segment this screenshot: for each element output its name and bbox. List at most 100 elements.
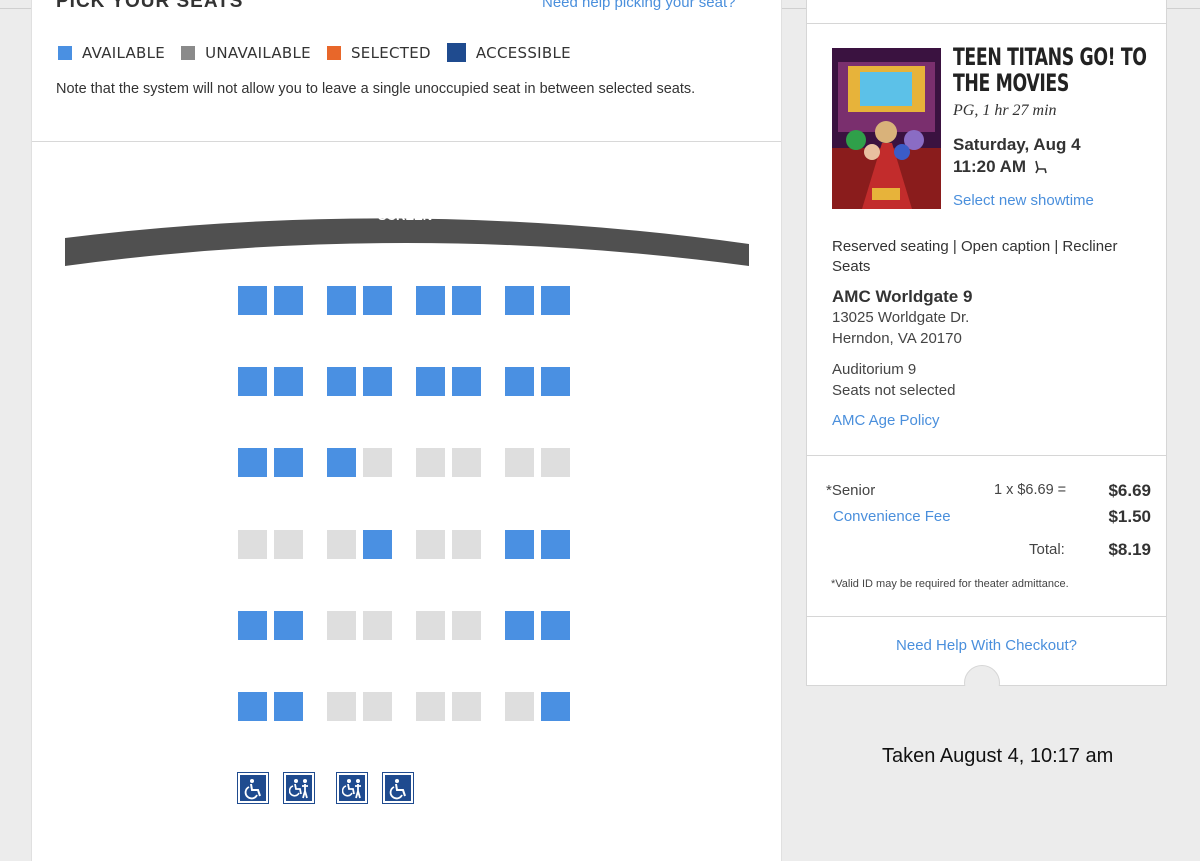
select-new-showtime-link[interactable]: Select new showtime <box>953 192 1094 209</box>
age-policy-link[interactable]: AMC Age Policy <box>832 412 940 429</box>
available-swatch <box>58 45 72 60</box>
showtime-date: Saturday, Aug 4 <box>953 135 1081 154</box>
legend-label: UNAVAILABLE <box>205 43 311 62</box>
seat-picker-panel: PICK YOUR SEATS Need help picking your s… <box>31 0 782 861</box>
seat-unavailable <box>363 448 392 477</box>
valid-id-note: *Valid ID may be required for theater ad… <box>831 578 1069 590</box>
seat-available[interactable] <box>505 530 534 559</box>
accessible-swatch <box>446 43 466 62</box>
seat-unavailable <box>452 692 481 721</box>
seat-unavailable <box>416 448 445 477</box>
seat-available[interactable] <box>541 611 570 640</box>
seat-available[interactable] <box>274 286 303 315</box>
movie-rating: PG, 1 hr 27 min <box>953 102 1057 119</box>
seat-unavailable <box>327 692 356 721</box>
wheelchair-icon[interactable] <box>237 772 269 804</box>
seat-available[interactable] <box>274 448 303 477</box>
seat-available[interactable] <box>238 286 267 315</box>
seat-available[interactable] <box>238 367 267 396</box>
seat-unavailable <box>327 611 356 640</box>
seats-status: Seats not selected <box>832 382 956 399</box>
panel-notch-cover <box>957 686 1007 706</box>
ticket-amount: $6.69 <box>1108 481 1151 500</box>
selected-swatch <box>326 45 341 60</box>
seat-available[interactable] <box>505 367 534 396</box>
seat-available[interactable] <box>238 448 267 477</box>
seat-available[interactable] <box>327 448 356 477</box>
wheelchair-icon[interactable] <box>382 772 414 804</box>
seat-unavailable <box>363 611 392 640</box>
recliner-icon <box>1035 160 1047 174</box>
seat-available[interactable] <box>541 692 570 721</box>
theater-address-line2: Herndon, VA 20170 <box>832 330 962 347</box>
companion-icon[interactable] <box>283 772 315 804</box>
seat-legend: AVAILABLE UNAVAILABLE SELECTED ACCESSIBL… <box>58 43 587 62</box>
seat-unavailable <box>452 530 481 559</box>
seat-unavailable <box>416 611 445 640</box>
legend-label: ACCESSIBLE <box>475 43 571 62</box>
screen-graphic: SCREEN <box>65 208 749 266</box>
seat-help-link[interactable]: Need help picking your seat? <box>542 0 735 11</box>
seat-available[interactable] <box>541 367 570 396</box>
seat-unavailable <box>541 448 570 477</box>
checkout-help-link[interactable]: Need Help With Checkout? <box>807 637 1166 654</box>
movie-poster <box>832 48 941 209</box>
legend-accessible: ACCESSIBLE <box>446 43 571 62</box>
ticket-calc: 1 x $6.69 = <box>994 482 1067 498</box>
showtime-features: Reserved seating | Open caption | Reclin… <box>832 238 1118 275</box>
seat-rule-note: Note that the system will not allow you … <box>56 81 696 97</box>
seat-unavailable <box>327 530 356 559</box>
seat-available[interactable] <box>363 367 392 396</box>
convenience-fee-link[interactable]: Convenience Fee <box>833 508 951 525</box>
companion-icon[interactable] <box>336 772 368 804</box>
order-summary-panel: TEEN TITANS GO! TO THE MOVIES PG, 1 hr 2… <box>806 0 1167 706</box>
seat-available[interactable] <box>505 286 534 315</box>
legend-label: AVAILABLE <box>82 43 166 62</box>
movie-title: TEEN TITANS GO! TO THE MOVIES <box>953 43 1147 97</box>
seat-available[interactable] <box>416 286 445 315</box>
seat-available[interactable] <box>274 367 303 396</box>
seat-available[interactable] <box>541 530 570 559</box>
seat-available[interactable] <box>274 611 303 640</box>
seat-available[interactable] <box>327 286 356 315</box>
seat-available[interactable] <box>274 692 303 721</box>
auditorium-label: Auditorium 9 <box>832 361 917 378</box>
seat-unavailable <box>238 530 267 559</box>
seat-available[interactable] <box>416 367 445 396</box>
seat-available[interactable] <box>363 530 392 559</box>
seat-available[interactable] <box>505 611 534 640</box>
legend-available: AVAILABLE <box>58 44 165 62</box>
seat-available[interactable] <box>238 692 267 721</box>
screenshot-caption: Taken August 4, 10:17 am <box>882 745 1114 767</box>
seat-unavailable <box>452 611 481 640</box>
showtime-time: 11:20 AM <box>953 157 1048 177</box>
seat-available[interactable] <box>238 611 267 640</box>
ticket-type-label: *Senior <box>826 482 876 499</box>
section-heading: PICK YOUR SEATS <box>56 0 244 12</box>
summary-divider <box>807 455 1166 456</box>
legend-selected: SELECTED <box>326 43 431 62</box>
seat-unavailable <box>416 692 445 721</box>
seat-unavailable <box>505 692 534 721</box>
summary-divider <box>807 616 1166 617</box>
legend-unavailable: UNAVAILABLE <box>181 44 311 62</box>
seat-picker-header: PICK YOUR SEATS Need help picking your s… <box>32 0 781 142</box>
theater-address-line1: 13025 Worldgate Dr. <box>832 309 970 326</box>
unavailable-swatch <box>181 45 196 60</box>
theater-name: AMC Worldgate 9 <box>832 287 973 306</box>
legend-label: SELECTED <box>350 43 431 62</box>
summary-top-strip <box>807 0 1166 24</box>
seat-available[interactable] <box>452 367 481 396</box>
seat-unavailable <box>505 448 534 477</box>
seat-available[interactable] <box>327 367 356 396</box>
total-label: Total: <box>1029 541 1065 558</box>
seat-unavailable <box>363 692 392 721</box>
screen-label: SCREEN <box>378 208 432 223</box>
seat-unavailable <box>416 530 445 559</box>
seat-available[interactable] <box>363 286 392 315</box>
seat-unavailable <box>274 530 303 559</box>
seat-available[interactable] <box>452 286 481 315</box>
convenience-fee-amount: $1.50 <box>1108 507 1151 526</box>
seat-available[interactable] <box>541 286 570 315</box>
screen-arc <box>65 218 749 266</box>
